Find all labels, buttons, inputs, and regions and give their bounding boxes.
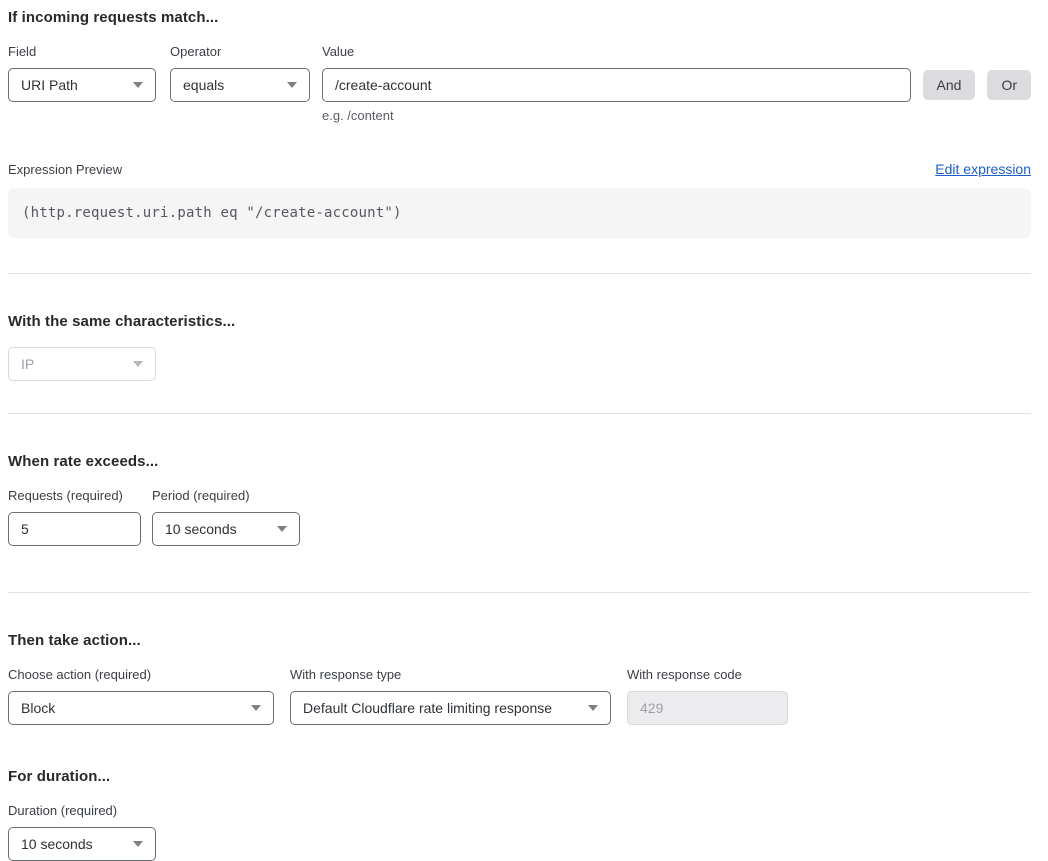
choose-action-select-value: Block (21, 700, 55, 716)
value-label: Value (322, 43, 911, 60)
section-divider (8, 273, 1031, 274)
period-select[interactable]: 10 seconds (152, 512, 300, 546)
response-code-label: With response code (627, 666, 788, 683)
period-select-value: 10 seconds (165, 521, 237, 537)
response-code-column: With response code (627, 666, 788, 725)
chevron-down-icon (277, 526, 287, 532)
operator-column: Operator equals (170, 43, 310, 102)
rate-limiting-rule-form: If incoming requests match... Field URI … (0, 0, 1048, 842)
requests-column: Requests (required) (8, 487, 141, 546)
or-button[interactable]: Or (987, 70, 1031, 100)
section-divider (8, 592, 1031, 593)
rate-row: Requests (required) Period (required) 10… (8, 487, 1031, 546)
chevron-down-icon (251, 705, 261, 711)
duration-column: Duration (required) 10 seconds (8, 802, 156, 861)
rate-heading: When rate exceeds... (8, 452, 1031, 471)
chevron-down-icon (287, 82, 297, 88)
chevron-down-icon (588, 705, 598, 711)
operator-label: Operator (170, 43, 310, 60)
requests-input[interactable] (8, 512, 141, 546)
expression-preview-label: Expression Preview (8, 161, 122, 178)
characteristic-select: IP (8, 347, 156, 381)
match-section: If incoming requests match... Field URI … (8, 8, 1031, 123)
characteristics-section: With the same characteristics... IP (8, 312, 1031, 381)
value-input[interactable] (322, 68, 911, 102)
action-heading: Then take action... (8, 631, 1031, 650)
expression-preview-box: (http.request.uri.path eq "/create-accou… (8, 188, 1031, 238)
expression-preview-section: Expression Preview Edit expression (http… (8, 161, 1031, 238)
and-button[interactable]: And (923, 70, 976, 100)
expression-preview-header: Expression Preview Edit expression (8, 161, 1031, 178)
match-section-heading: If incoming requests match... (8, 8, 1031, 27)
period-label: Period (required) (152, 487, 300, 504)
response-type-select[interactable]: Default Cloudflare rate limiting respons… (290, 691, 611, 725)
characteristic-select-value: IP (21, 356, 34, 372)
chevron-down-icon (133, 361, 143, 367)
value-column: Value e.g. /content (322, 43, 911, 123)
requests-label: Requests (required) (8, 487, 141, 504)
duration-label: Duration (required) (8, 802, 156, 819)
section-divider (8, 413, 1031, 414)
or-button-column: Or (987, 43, 1031, 100)
action-row: Choose action (required) Block With resp… (8, 666, 1031, 725)
choose-action-column: Choose action (required) Block (8, 666, 274, 725)
period-column: Period (required) 10 seconds (152, 487, 300, 546)
match-row: Field URI Path Operator equals Value e.g… (8, 43, 1031, 123)
choose-action-label: Choose action (required) (8, 666, 274, 683)
action-section: Then take action... Choose action (requi… (8, 631, 1031, 725)
expression-code: (http.request.uri.path eq "/create-accou… (22, 205, 402, 221)
response-type-select-value: Default Cloudflare rate limiting respons… (303, 700, 552, 716)
duration-select[interactable]: 10 seconds (8, 827, 156, 861)
characteristics-heading: With the same characteristics... (8, 312, 1031, 331)
response-code-input (627, 691, 788, 725)
response-type-column: With response type Default Cloudflare ra… (290, 666, 611, 725)
operator-select-value: equals (183, 77, 224, 93)
choose-action-select[interactable]: Block (8, 691, 274, 725)
duration-select-value: 10 seconds (21, 836, 93, 852)
operator-select[interactable]: equals (170, 68, 310, 102)
field-label: Field (8, 43, 156, 60)
field-column: Field URI Path (8, 43, 156, 102)
duration-section: For duration... Duration (required) 10 s… (8, 767, 1031, 861)
and-button-column: And (923, 43, 976, 100)
edit-expression-link[interactable]: Edit expression (935, 161, 1031, 178)
value-helper-text: e.g. /content (322, 108, 911, 123)
rate-section: When rate exceeds... Requests (required)… (8, 452, 1031, 546)
field-select-value: URI Path (21, 77, 78, 93)
chevron-down-icon (133, 82, 143, 88)
duration-heading: For duration... (8, 767, 1031, 786)
response-type-label: With response type (290, 666, 611, 683)
field-select[interactable]: URI Path (8, 68, 156, 102)
